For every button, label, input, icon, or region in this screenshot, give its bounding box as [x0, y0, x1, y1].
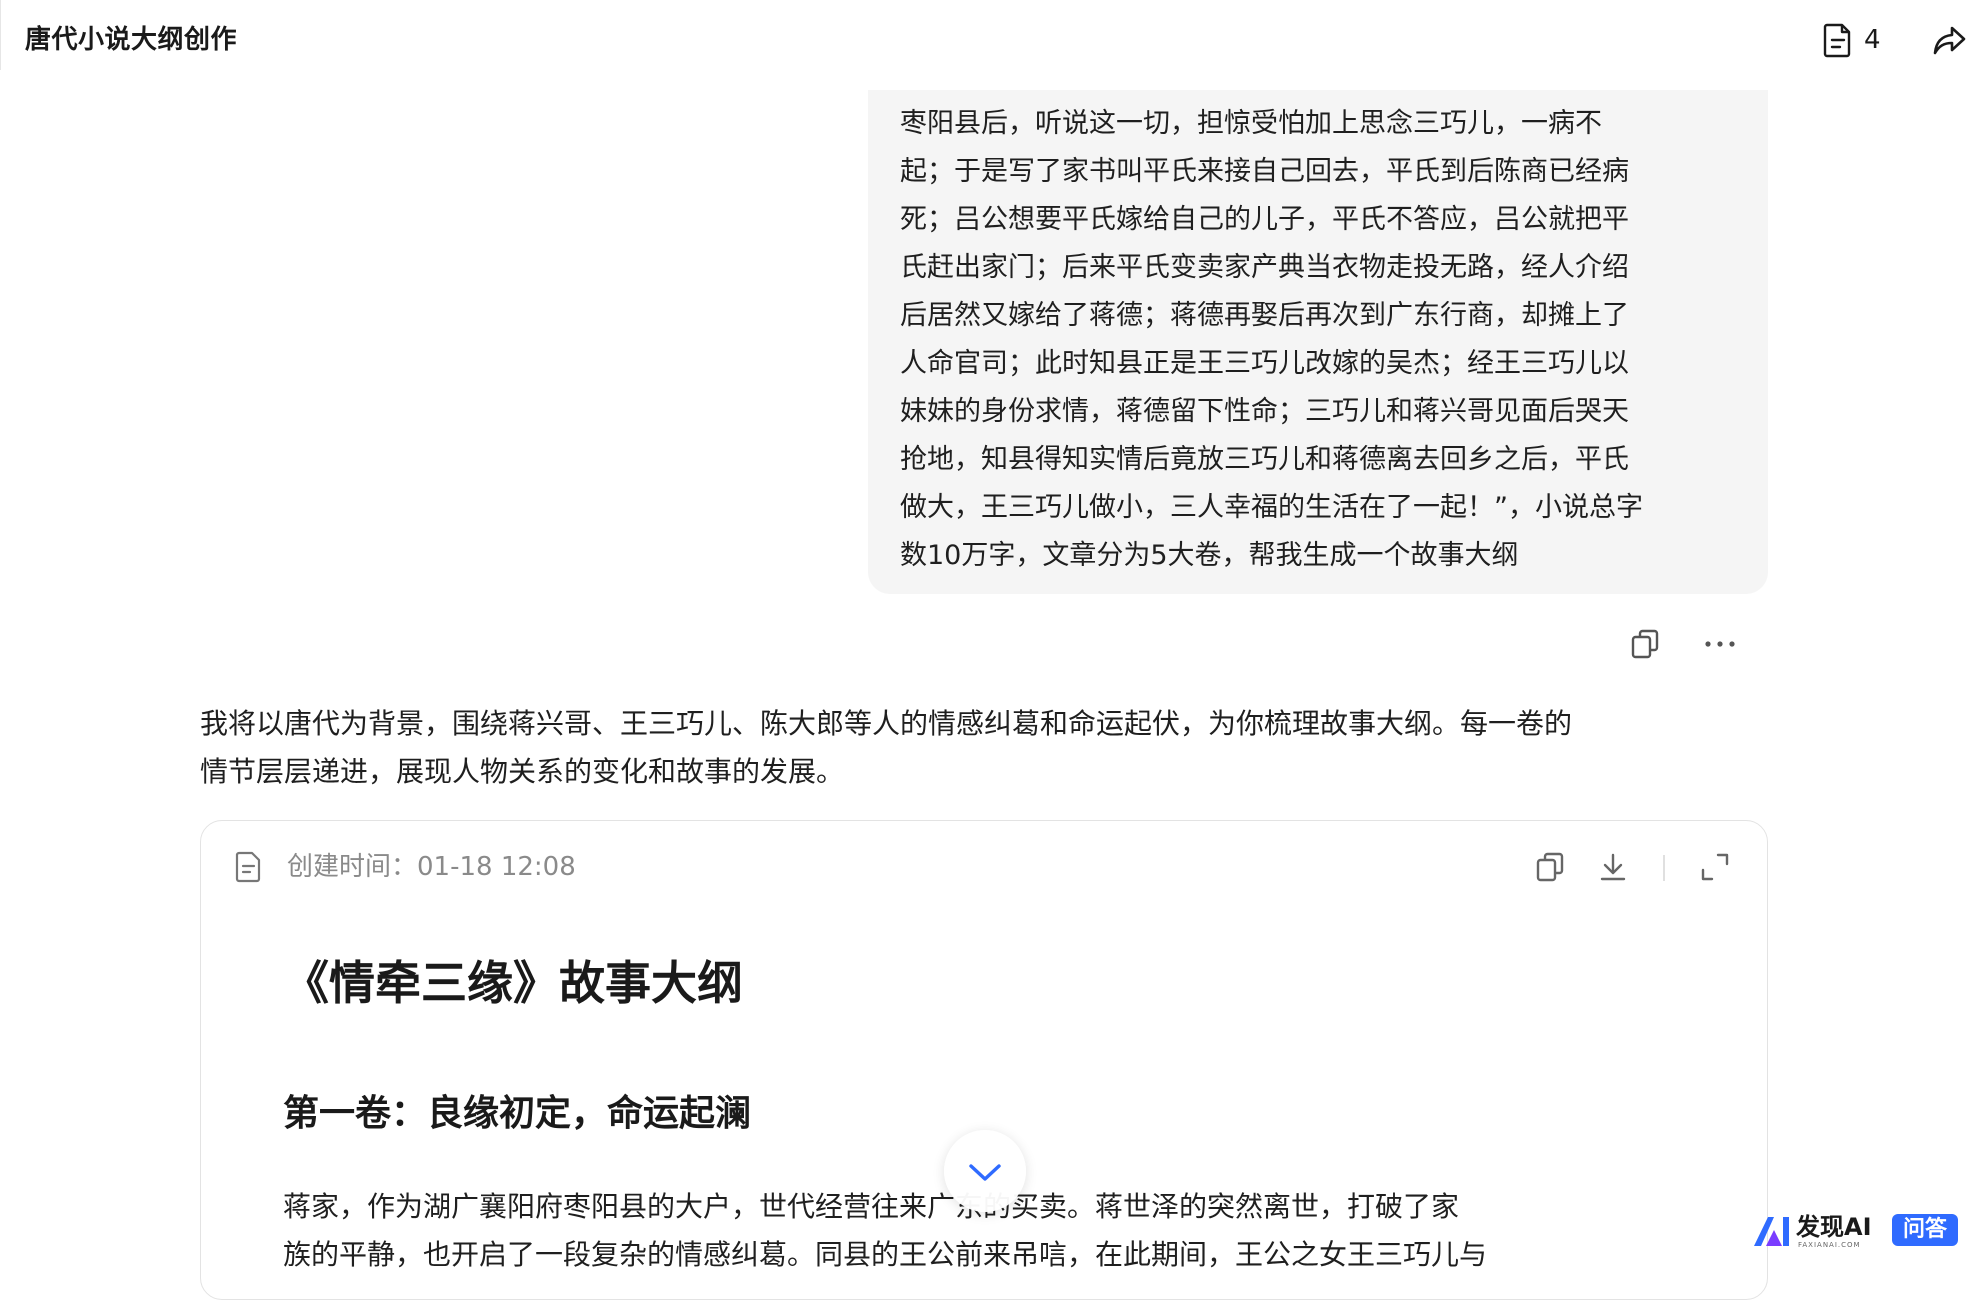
watermark-subtext: FAXIANAI.COM: [1798, 1241, 1861, 1249]
watermark-logo-icon: [1752, 1214, 1792, 1248]
watermark-badge: 问答: [1892, 1214, 1958, 1246]
copy-document-icon[interactable]: [1535, 851, 1565, 883]
document-card[interactable]: 创建时间：01-18 12:08 《情牵三缘》故事大纲 第一卷：良缘初定，命运起…: [200, 820, 1768, 1300]
top-bar: 唐代小说大纲创作 4: [0, 0, 1972, 80]
assistant-intro-text: 我将以唐代为背景，围绕蒋兴哥、王三巧儿、陈大郎等人的情感纠葛和命运起伏，为你梳理…: [200, 707, 1573, 788]
watermark: 发现AI FAXIANAI.COM 问答: [1752, 1212, 1964, 1252]
chevron-down-icon: [969, 1164, 1001, 1181]
download-icon[interactable]: [1597, 851, 1629, 883]
more-options-icon[interactable]: [1702, 628, 1738, 660]
user-message-bubble: 枣阳县后，听说这一切，担惊受怕加上思念三巧儿，一病不 起；于是写了家书叫平氏来接…: [868, 90, 1768, 594]
share-icon[interactable]: [1932, 22, 1968, 58]
watermark-text: 发现AI: [1796, 1213, 1872, 1241]
file-icon: [235, 851, 263, 883]
toolbar-divider: [1663, 855, 1665, 881]
scroll-down-button[interactable]: [944, 1130, 1026, 1212]
user-message-text: 枣阳县后，听说这一切，担惊受怕加上思念三巧儿，一病不 起；于是写了家书叫平氏来接…: [900, 108, 1643, 571]
document-count[interactable]: 4: [1864, 22, 1881, 58]
copy-message-icon[interactable]: [1630, 628, 1660, 660]
document-list-icon[interactable]: [1822, 22, 1854, 58]
expand-icon[interactable]: [1699, 851, 1731, 883]
sidebar-edge: [0, 0, 1, 70]
created-time: 创建时间：01-18 12:08: [287, 852, 576, 882]
conversation-title[interactable]: 唐代小说大纲创作: [25, 22, 237, 58]
volume-heading: 第一卷：良缘初定，命运起澜: [283, 1093, 752, 1134]
document-title: 《情牵三缘》故事大纲: [283, 956, 743, 1010]
